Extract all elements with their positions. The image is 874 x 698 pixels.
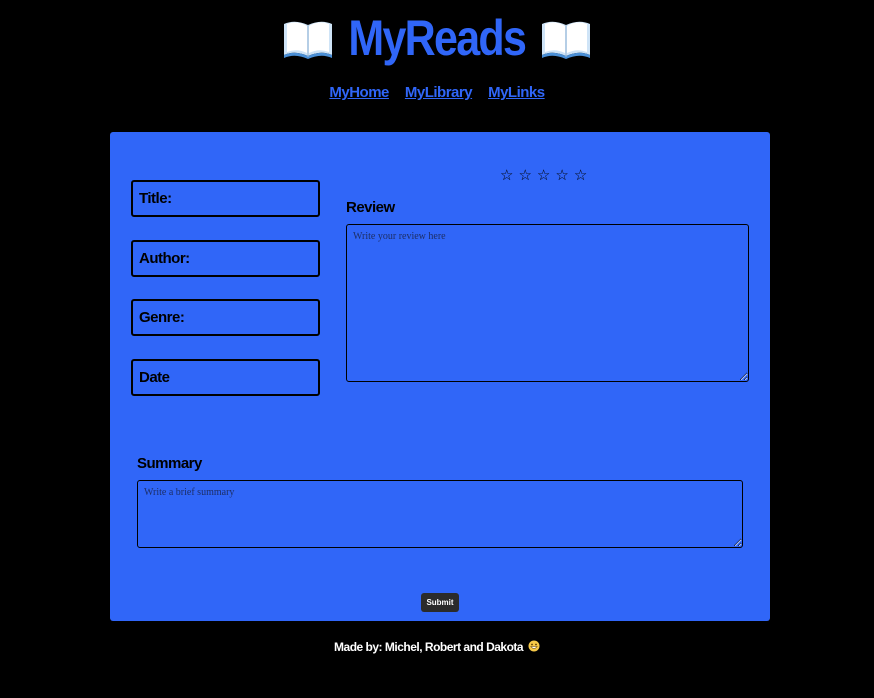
title-field[interactable]: Title:	[131, 180, 320, 217]
grinning-face-icon	[528, 640, 540, 652]
nav-link-mylibrary[interactable]: MyLibrary	[405, 84, 473, 101]
star-1-icon[interactable]: ☆	[500, 168, 513, 183]
open-book-icon	[282, 16, 334, 60]
star-rating: ☆ ☆ ☆ ☆ ☆	[500, 168, 587, 183]
submit-button[interactable]: Submit	[421, 593, 459, 612]
date-field[interactable]: Date	[131, 359, 320, 396]
genre-field[interactable]: Genre:	[131, 299, 320, 336]
open-book-icon	[540, 16, 592, 60]
footer: Made by: Michel, Robert and Dakota	[0, 640, 874, 654]
site-title: MyReads	[348, 10, 527, 66]
star-3-icon[interactable]: ☆	[537, 168, 550, 183]
summary-textarea[interactable]	[137, 480, 743, 548]
review-textarea[interactable]	[346, 224, 749, 382]
star-5-icon[interactable]: ☆	[574, 168, 587, 183]
star-2-icon[interactable]: ☆	[518, 168, 531, 183]
author-field[interactable]: Author:	[131, 240, 320, 277]
nav-link-myhome[interactable]: MyHome	[329, 84, 389, 101]
summary-label: Summary	[137, 455, 202, 472]
main-nav: MyHome MyLibrary MyLinks	[0, 84, 874, 101]
header: MyReads	[0, 6, 874, 70]
review-label: Review	[346, 199, 395, 216]
nav-link-mylinks[interactable]: MyLinks	[488, 84, 545, 101]
review-form-card: Title: Author: Genre: Date ☆ ☆ ☆ ☆ ☆ Rev…	[110, 132, 770, 621]
footer-credits: Made by: Michel, Robert and Dakota	[334, 640, 524, 654]
star-4-icon[interactable]: ☆	[555, 168, 568, 183]
